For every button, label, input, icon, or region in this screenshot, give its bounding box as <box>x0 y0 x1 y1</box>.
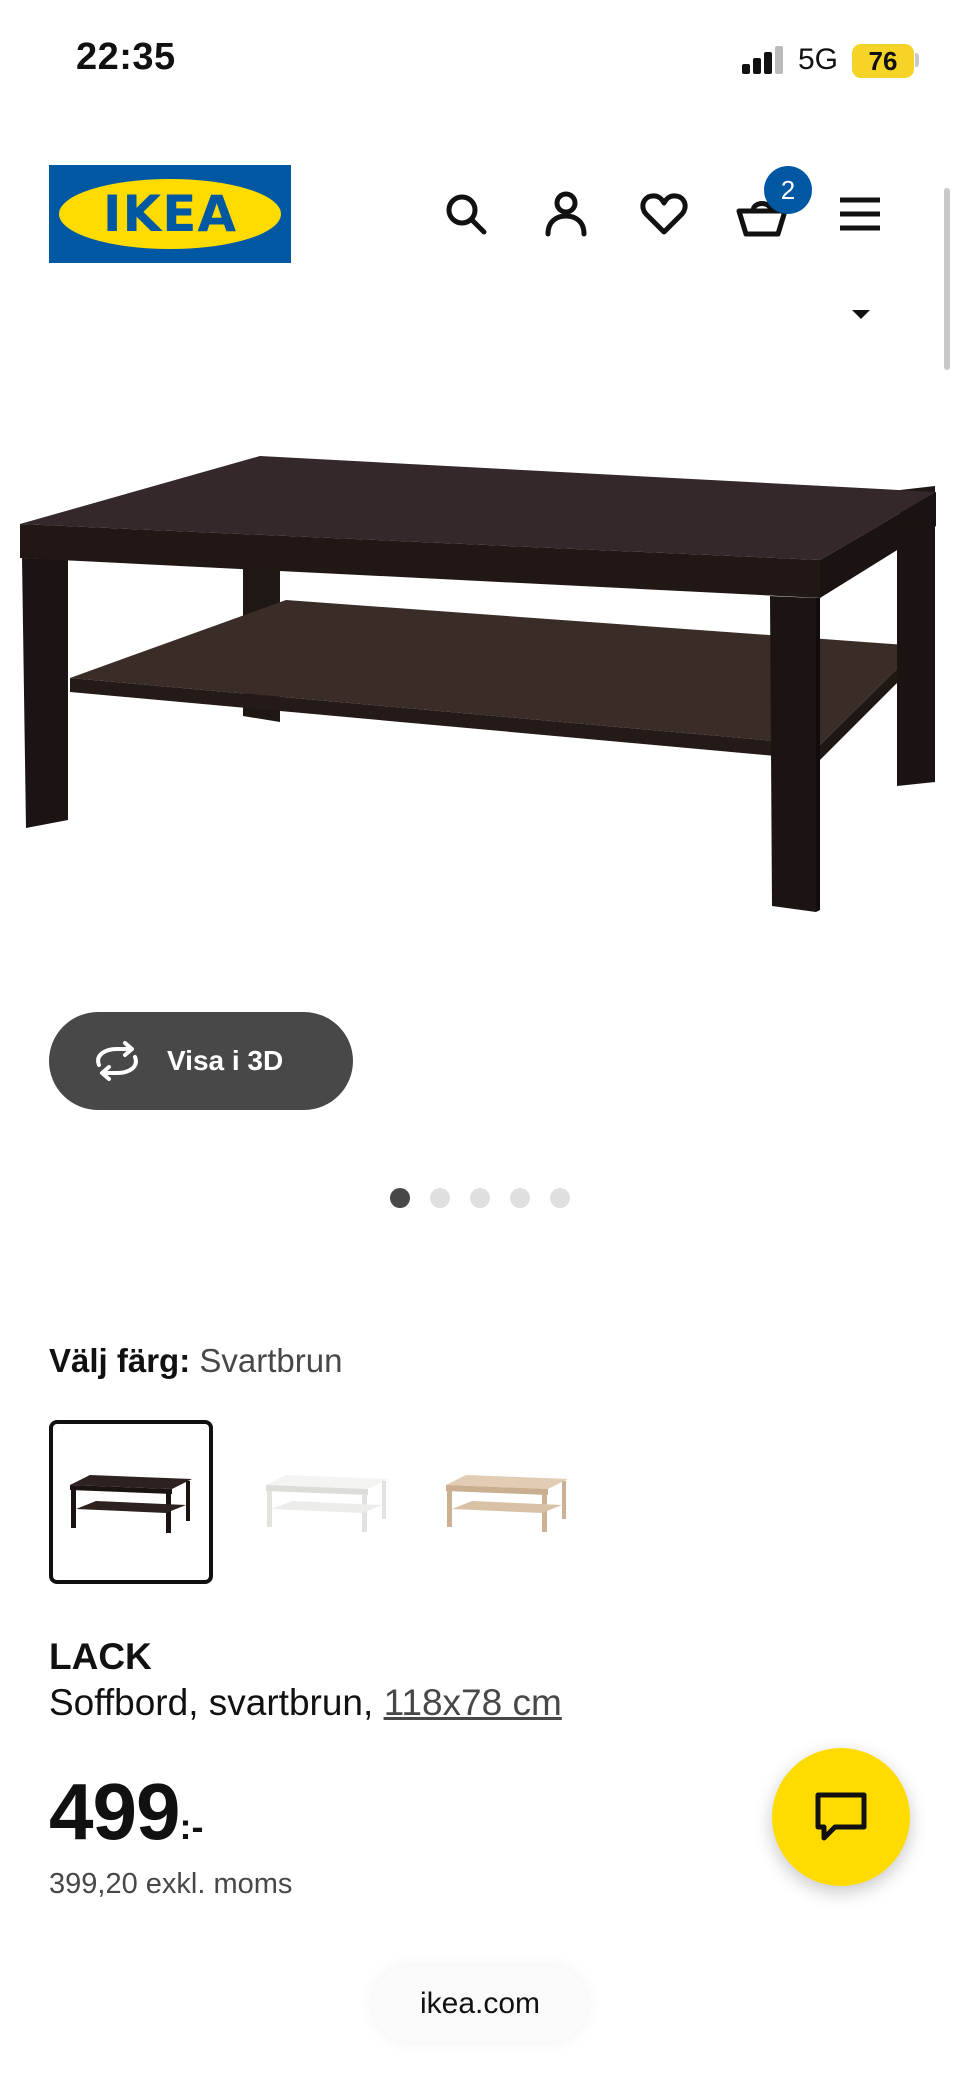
ikea-logo[interactable]: IKEA <box>49 165 291 263</box>
browser-url[interactable]: ikea.com <box>372 1966 588 2042</box>
carousel-dot[interactable] <box>550 1188 570 1208</box>
cart-count-badge: 2 <box>764 166 812 214</box>
color-picker-heading: Välj färg: Svartbrun <box>49 1342 342 1380</box>
view-in-3d-button[interactable]: Visa i 3D <box>49 1012 353 1110</box>
dropdown-arrow-icon[interactable] <box>852 310 870 319</box>
menu-icon[interactable] <box>830 184 890 244</box>
carousel-dot[interactable] <box>470 1188 490 1208</box>
battery-tip <box>915 53 919 67</box>
price-excl-vat: 399,20 exkl. moms <box>49 1868 293 1900</box>
search-icon[interactable] <box>436 184 496 244</box>
product-type-color: Soffbord, svartbrun, <box>49 1682 374 1723</box>
price-suffix: :- <box>179 1806 204 1847</box>
scrollbar[interactable] <box>944 188 950 370</box>
color-swatch-svartbrun[interactable] <box>49 1420 213 1584</box>
network-type: 5G <box>798 43 839 76</box>
product-image[interactable] <box>0 400 960 1020</box>
logo-text: IKEA <box>102 185 238 243</box>
color-swatch-vit[interactable] <box>245 1420 409 1584</box>
product-price: 499:- <box>49 1766 203 1858</box>
view-in-3d-label: Visa i 3D <box>167 1045 284 1076</box>
image-carousel-dots <box>390 1188 570 1208</box>
selected-color: Svartbrun <box>199 1342 343 1379</box>
battery-icon: 76 <box>852 44 914 78</box>
chat-button[interactable] <box>772 1748 910 1886</box>
product-size-link[interactable]: 118x78 cm <box>384 1682 562 1723</box>
heart-icon[interactable] <box>634 184 694 244</box>
signal-icon <box>742 44 784 74</box>
product-name: LACK <box>49 1636 152 1677</box>
account-icon[interactable] <box>536 184 596 244</box>
color-swatch-vitlaserad-ek[interactable] <box>425 1420 589 1584</box>
price-amount: 499 <box>49 1767 180 1856</box>
color-picker-label: Välj färg: <box>49 1342 191 1379</box>
carousel-dot[interactable] <box>430 1188 450 1208</box>
carousel-dot[interactable] <box>510 1188 530 1208</box>
status-time: 22:35 <box>76 36 176 78</box>
rotate-icon <box>91 1041 143 1081</box>
chat-icon <box>815 1792 867 1841</box>
product-description: Soffbord, svartbrun, 118x78 cm <box>49 1682 562 1724</box>
carousel-dot[interactable] <box>390 1188 410 1208</box>
